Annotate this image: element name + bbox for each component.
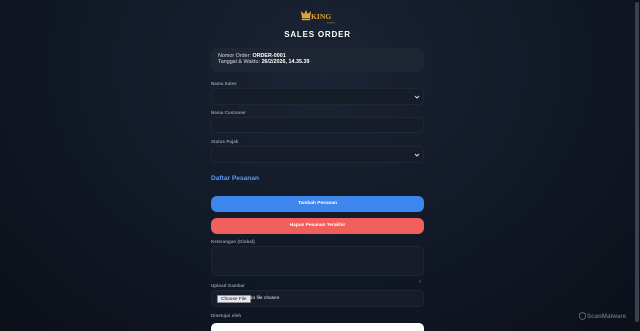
chevron-down-icon [414,152,420,158]
page-title: SALES ORDER [284,30,351,39]
watermark-text: ScanMalware [587,313,627,320]
scrollbar-thumb[interactable] [635,2,639,322]
crown-logo-icon: KING BOKKET [301,10,336,25]
sales-name-select[interactable] [211,88,424,105]
scanmalware-watermark: ScanMalware [579,312,626,321]
remove-last-order-item-button[interactable]: Hapus Pesanan Terakhir [211,218,424,234]
approved-by-input[interactable] [211,323,424,331]
order-number-value: ORDER-0001 [252,53,286,59]
notes-label: Keterangan (Global) [211,239,255,244]
order-number-label: Nomor Order: [218,53,251,59]
svg-text:BOKKET: BOKKET [327,23,336,25]
upload-image-field[interactable]: Choose File No file chosen [211,290,424,307]
customer-name-input[interactable] [211,117,424,133]
svg-text:KING: KING [311,12,331,21]
tax-status-label: Status Pajak [211,139,239,144]
order-datetime-row: Tanggal & Waktu: 26/2/2026, 14.35.39 [218,59,417,65]
tax-status-select[interactable] [211,146,424,163]
order-datetime-label: Tanggal & Waktu: [218,59,261,66]
notes-textarea[interactable] [211,246,424,283]
choose-file-button[interactable]: Choose File [217,295,251,303]
approved-by-label: Disetujui oleh [211,313,242,318]
page-scrollbar[interactable] [634,0,640,331]
chevron-down-icon [414,94,420,100]
resize-handle-icon[interactable] [418,270,422,283]
add-order-item-button[interactable]: Tambah Pesanan [211,196,424,212]
order-datetime-value: 26/2/2026, 14.35.39 [261,59,310,66]
upload-image-label: Upload Gambar [211,283,245,288]
file-status-text: No file chosen [249,296,280,301]
customer-name-label: Nama Customer [211,110,246,115]
sales-name-label: Nama Sales [211,81,237,86]
shield-icon [579,312,586,321]
order-items-section-title: Daftar Pesanan [211,175,260,182]
king-logo: KING BOKKET [300,9,336,25]
order-info-card: Nomor Order: ORDER-0001 Tanggal & Waktu:… [211,48,424,72]
